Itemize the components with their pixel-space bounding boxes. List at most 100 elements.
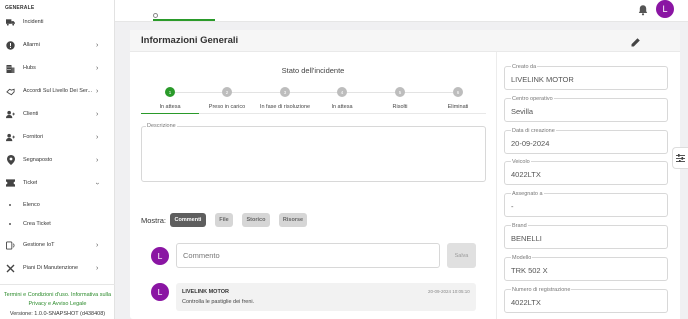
field-label: Creato da xyxy=(511,64,538,70)
step-5[interactable]: 5 xyxy=(395,87,405,97)
sidebar-item-piani-manutenzione[interactable]: Piani Di Manutenzione › xyxy=(0,260,115,276)
legal-link-terms[interactable]: Termini e Condizioni d'uso. Informativa … xyxy=(0,291,115,300)
page-title: Informazioni Generali xyxy=(141,35,239,46)
sidebar-item-label: Piani Di Manutenzione xyxy=(23,265,79,271)
user-plus-icon xyxy=(6,110,15,119)
step-6[interactable]: 6 xyxy=(453,87,463,97)
assigned-to-field[interactable]: Assegnato a - xyxy=(504,191,668,217)
comment-item: LIVELINK MOTOR 20-09-2024 10:05:10 Contr… xyxy=(176,283,476,311)
sidebar-subitem-elenco[interactable]: Elenco xyxy=(0,199,115,211)
field-value: 4022LTX xyxy=(511,170,541,179)
field-label: Assegnato a xyxy=(511,191,544,197)
field-value: BENELLI xyxy=(511,234,542,243)
chevron-right-icon: › xyxy=(96,87,99,95)
vehicle-field[interactable]: Veicolo 4022LTX xyxy=(504,159,668,185)
sidebar-item-accordi[interactable]: Accordi Sul Livello Dei Ser... › xyxy=(0,83,115,99)
filter-comments-button[interactable]: Commenti xyxy=(170,213,206,227)
tools-icon xyxy=(6,264,15,273)
save-comment-button[interactable]: Salva xyxy=(447,243,476,268)
created-by-field[interactable]: Creato da LIVELINK MOTOR xyxy=(504,64,668,90)
brand-field[interactable]: Brand BENELLI xyxy=(504,223,668,249)
sidebar-item-label: Accordi Sul Livello Dei Ser... xyxy=(23,88,93,94)
comment-author-avatar: L xyxy=(151,283,169,301)
user-plus-icon xyxy=(6,133,15,142)
step-4[interactable]: 4 xyxy=(337,87,347,97)
top-bar: L xyxy=(115,0,688,22)
sidebar-subitem-crea-ticket[interactable]: Crea Ticket xyxy=(0,218,115,230)
sidebar-item-segnaposto[interactable]: Segnaposto › xyxy=(0,152,115,168)
field-value: 4022LTX xyxy=(511,298,541,307)
active-tab[interactable] xyxy=(153,0,215,20)
chevron-right-icon: › xyxy=(96,241,99,249)
operations-center-field[interactable]: Centro operativo Sevilla xyxy=(504,96,668,122)
commenter-avatar: L xyxy=(151,247,169,265)
sidebar-item-label: Fornitori xyxy=(23,134,44,140)
sidebar-section-title: GENERALE xyxy=(5,5,35,11)
comment-text: Controlla le pastiglie dei freni. xyxy=(182,299,255,305)
sidebar-item-fornitori[interactable]: Fornitori › xyxy=(0,129,115,145)
field-value: TRK 502 X xyxy=(511,266,548,275)
truck-icon xyxy=(6,18,15,27)
chevron-right-icon: › xyxy=(96,64,99,72)
edit-pencil-icon[interactable] xyxy=(630,35,641,47)
map-pin-icon xyxy=(6,155,15,165)
sidebar-subitem-label: Crea Ticket xyxy=(23,221,51,227)
iot-icon xyxy=(6,240,15,250)
field-value: Sevilla xyxy=(511,107,534,116)
bullet-icon xyxy=(9,223,11,225)
alert-icon xyxy=(6,40,15,50)
bullet-icon xyxy=(9,204,11,206)
chevron-right-icon: › xyxy=(96,110,99,118)
description-field[interactable] xyxy=(141,126,486,182)
field-value: LIVELINK MOTOR xyxy=(511,75,574,84)
sidebar-divider xyxy=(0,284,115,285)
sidebar-item-hubs[interactable]: Hubs › xyxy=(0,60,115,76)
sidebar-item-clienti[interactable]: Clienti › xyxy=(0,106,115,122)
app-version: Versione: 1.0.0-SNAPSHOT (d438408) xyxy=(9,311,106,317)
filter-sliders-icon[interactable] xyxy=(672,147,688,169)
sidebar-subitem-label: Elenco xyxy=(23,202,40,208)
chevron-right-icon: › xyxy=(96,264,99,272)
sidebar-item-label: Incidenti xyxy=(23,19,44,25)
step-2[interactable]: 2 xyxy=(222,87,232,97)
show-filter-label: Mostra: xyxy=(141,216,167,225)
field-label: Numero di registrazione xyxy=(511,287,572,293)
creation-date-field[interactable]: Data di creazione 20-09-2024 xyxy=(504,128,668,154)
sidebar-item-label: Allarmi xyxy=(23,42,40,48)
active-step-underline xyxy=(141,113,199,114)
ticket-icon xyxy=(6,179,15,188)
field-value: - xyxy=(511,202,514,211)
chevron-right-icon: › xyxy=(96,156,99,164)
sidebar-item-label: Segnaposto xyxy=(23,157,53,163)
sidebar-item-allarmi[interactable]: Allarmi › xyxy=(0,37,115,53)
sidebar-item-ticket[interactable]: Ticket › xyxy=(0,175,115,191)
step-3[interactable]: 3 xyxy=(280,87,290,97)
chevron-right-icon: › xyxy=(96,41,99,49)
sidebar: GENERALE Incidenti Allarmi › Hubs › Acco… xyxy=(0,0,115,319)
registration-number-field[interactable]: Numero di registrazione 4022LTX xyxy=(504,287,668,313)
field-label: Data di creazione xyxy=(511,128,556,134)
user-avatar[interactable]: L xyxy=(656,0,674,18)
sidebar-item-label: Hubs xyxy=(23,65,36,71)
model-field[interactable]: Modello TRK 502 X xyxy=(504,255,668,281)
sidebar-item-gestione-iot[interactable]: Gestione IoT › xyxy=(0,237,115,253)
sidebar-item-label: Gestione IoT xyxy=(23,242,55,248)
comment-input[interactable]: Commento xyxy=(176,243,440,268)
chevron-right-icon: › xyxy=(96,133,99,141)
step-label: Eliminati xyxy=(447,104,469,110)
sidebar-item-incidenti[interactable]: Incidenti xyxy=(0,14,115,30)
filter-files-button[interactable]: File xyxy=(215,213,233,227)
field-label: Modello xyxy=(511,255,533,261)
building-icon xyxy=(6,64,15,73)
tab-icon xyxy=(153,13,158,18)
legal-links[interactable]: Termini e Condizioni d'uso. Informativa … xyxy=(0,291,115,308)
filter-resources-button[interactable]: Risorse xyxy=(279,213,307,227)
sidebar-item-label: Clienti xyxy=(23,111,39,117)
filter-history-button[interactable]: Storico xyxy=(242,213,270,227)
bell-icon[interactable] xyxy=(637,3,649,16)
stepper-connector xyxy=(175,92,453,93)
field-label: Brand xyxy=(511,223,528,229)
step-1[interactable]: 1 xyxy=(165,87,175,97)
description-label: Descrizione xyxy=(146,123,177,129)
legal-link-privacy[interactable]: Privacy e Avviso Legale xyxy=(0,300,115,309)
